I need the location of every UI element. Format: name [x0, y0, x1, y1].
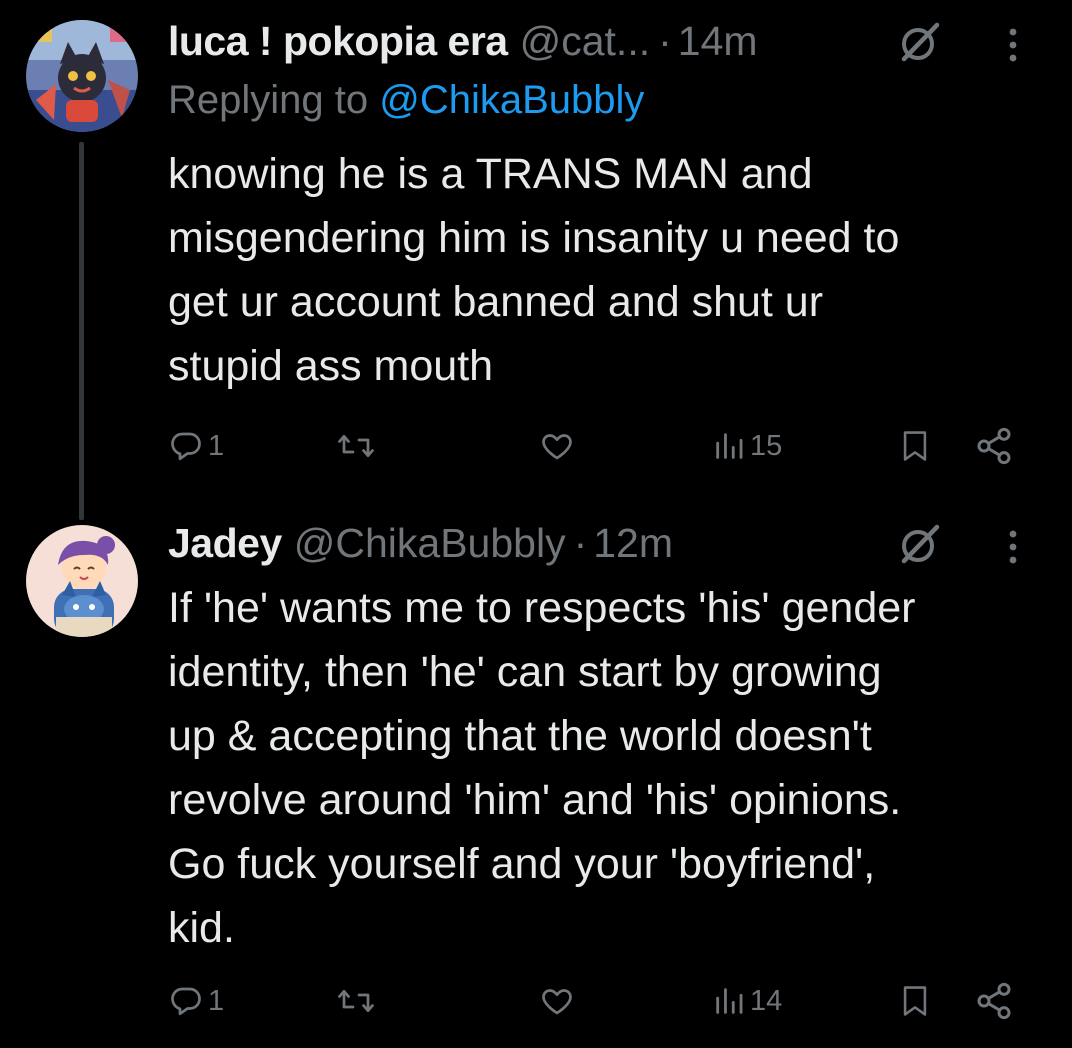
bookmark-button[interactable] — [898, 422, 932, 470]
reply-button[interactable]: 1 — [168, 422, 224, 470]
separator-dot: · — [658, 17, 672, 64]
tweet-header: Jadey @ChikaBubbly · 12m — [168, 518, 1032, 568]
avatar[interactable] — [26, 20, 138, 132]
like-button[interactable] — [538, 422, 576, 470]
thread-connector-line — [79, 142, 84, 520]
tweet-text: If 'he' wants me to respects 'his' gende… — [168, 584, 916, 952]
avatar[interactable] — [26, 525, 138, 637]
tweet-text: knowing he is a TRANS MAN and misgenderi… — [168, 150, 900, 390]
like-button[interactable] — [538, 977, 576, 1025]
share-icon — [974, 426, 1014, 466]
views-icon — [712, 428, 746, 464]
grok-icon[interactable] — [898, 524, 940, 564]
views-icon — [712, 983, 746, 1019]
reply-icon — [168, 983, 204, 1019]
bookmark-button[interactable] — [898, 977, 932, 1025]
action-bar: 1 — [168, 422, 1028, 470]
retweet-icon — [336, 983, 376, 1019]
action-bar: 1 — [168, 977, 1028, 1025]
share-button[interactable] — [974, 422, 1014, 470]
replying-mention-link[interactable]: @ChikaBubbly — [379, 78, 644, 122]
reply-count: 1 — [208, 984, 225, 1017]
tweet[interactable]: Jadey @ChikaBubbly · 12m If 'he' wants m… — [0, 500, 1072, 1048]
view-count: 14 — [750, 984, 783, 1017]
display-name[interactable]: Jadey — [168, 520, 282, 567]
tweet-header: luca ! pokopia era @cat... · 14m — [168, 16, 1032, 66]
retweet-button[interactable] — [336, 422, 376, 470]
view-count: 15 — [750, 429, 783, 462]
reply-button[interactable]: 1 — [168, 977, 224, 1025]
bookmark-icon — [898, 427, 932, 465]
replying-prefix: Replying to — [168, 78, 369, 122]
more-icon[interactable] — [1006, 26, 1020, 62]
user-handle[interactable]: @cat... — [520, 18, 651, 65]
reply-count: 1 — [208, 429, 225, 462]
like-icon — [538, 983, 576, 1019]
share-button[interactable] — [974, 977, 1014, 1025]
timestamp[interactable]: 14m — [678, 18, 758, 65]
views-button[interactable]: 14 — [712, 977, 782, 1025]
tweet[interactable]: luca ! pokopia era @cat... · 14m Replyin… — [0, 0, 1072, 520]
retweet-icon — [336, 428, 376, 464]
user-handle[interactable]: @ChikaBubbly — [294, 520, 566, 567]
like-icon — [538, 428, 576, 464]
bookmark-icon — [898, 982, 932, 1020]
more-icon[interactable] — [1006, 528, 1020, 564]
views-button[interactable]: 15 — [712, 422, 782, 470]
reply-icon — [168, 428, 204, 464]
retweet-button[interactable] — [336, 977, 376, 1025]
grok-icon[interactable] — [898, 22, 940, 62]
display-name[interactable]: luca ! pokopia era — [168, 18, 508, 65]
separator-dot: · — [573, 519, 588, 566]
share-icon — [974, 981, 1014, 1021]
replying-to: Replying to @ChikaBubbly — [168, 78, 644, 123]
timestamp[interactable]: 12m — [593, 520, 673, 567]
